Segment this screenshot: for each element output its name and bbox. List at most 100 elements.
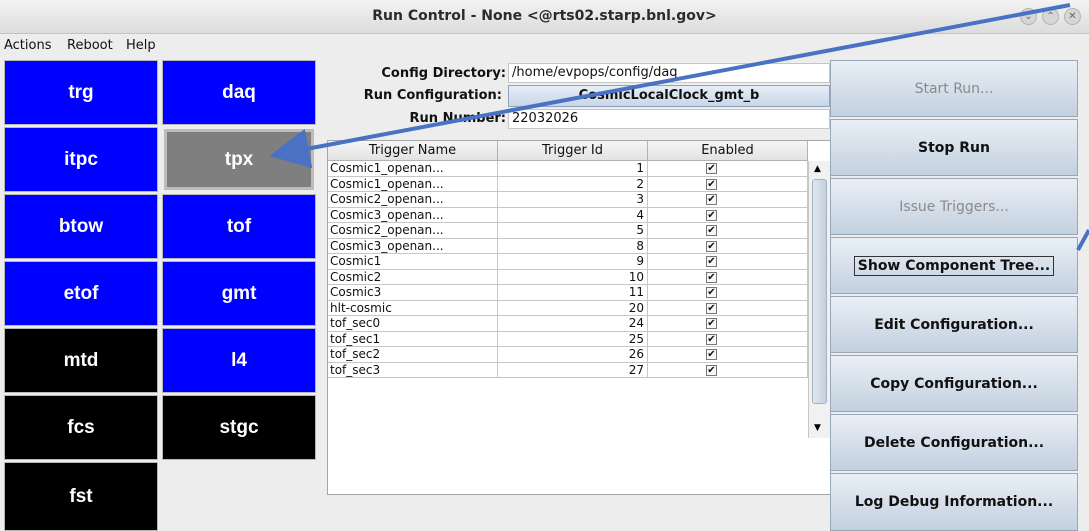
component-tof[interactable]: tof	[162, 194, 316, 259]
column-header-enabled[interactable]: Enabled	[648, 141, 808, 161]
checkmark-icon[interactable]: ✔	[706, 287, 717, 298]
component-etof[interactable]: etof	[4, 261, 158, 326]
config-directory-field[interactable]: /home/evpops/config/daq	[508, 63, 830, 83]
copy-configuration-button[interactable]: Copy Configuration...	[830, 355, 1078, 412]
checkmark-icon[interactable]: ✔	[706, 178, 717, 190]
table-row[interactable]: Cosmic3_openan... 8 ✔	[328, 238, 808, 254]
table-scrollbar[interactable]: ▲ ▼	[808, 161, 830, 438]
enabled-cell: ✔	[648, 362, 808, 378]
checkmark-icon[interactable]: ✔	[706, 240, 717, 252]
checkmark-icon[interactable]: ✔	[706, 271, 717, 283]
table-row[interactable]: tof_sec0 24 ✔	[328, 316, 808, 332]
trigger-name-cell: tof_sec1	[328, 331, 498, 347]
trigger-id-cell: 3	[498, 192, 648, 208]
table-row[interactable]: Cosmic1_openan... 1 ✔	[328, 161, 808, 177]
checkmark-icon[interactable]: ✔	[706, 225, 717, 236]
component-itpc[interactable]: itpc	[4, 127, 158, 192]
trigger-name-cell: Cosmic2	[328, 269, 498, 285]
trigger-name-cell: Cosmic2_openan...	[328, 223, 498, 239]
column-header-trigger-id[interactable]: Trigger Id	[498, 141, 648, 161]
enabled-cell: ✔	[648, 316, 808, 332]
checkmark-icon[interactable]: ✔	[706, 256, 717, 267]
start-run-button[interactable]: Start Run...	[830, 60, 1078, 117]
component-daq[interactable]: daq	[162, 60, 316, 125]
column-header-trigger-name[interactable]: Trigger Name	[328, 141, 498, 161]
table-row[interactable]: Cosmic2_openan... 5 ✔	[328, 223, 808, 239]
trigger-id-cell: 8	[498, 238, 648, 254]
table-row[interactable]: Cosmic3 11 ✔	[328, 285, 808, 301]
checkmark-icon[interactable]: ✔	[706, 333, 717, 345]
table-row[interactable]: Cosmic2 10 ✔	[328, 269, 808, 285]
run-control-window: Run Control - None <@rts02.starp.bnl.gov…	[0, 0, 1089, 531]
title-bar: Run Control - None <@rts02.starp.bnl.gov…	[0, 0, 1089, 34]
trigger-id-cell: 11	[498, 285, 648, 301]
enabled-cell: ✔	[648, 176, 808, 192]
trigger-id-cell: 2	[498, 176, 648, 192]
table-row[interactable]: hlt-cosmic 20 ✔	[328, 300, 808, 316]
table-row[interactable]: tof_sec1 25 ✔	[328, 331, 808, 347]
table-row[interactable]: tof_sec3 27 ✔	[328, 362, 808, 378]
minimize-icon[interactable]: ⌄	[1020, 8, 1037, 25]
show-component-tree-button[interactable]: Show Component Tree...	[830, 237, 1078, 294]
action-panel: Start Run... Stop Run Issue Triggers... …	[830, 60, 1089, 531]
run-number-field[interactable]: 22032026	[508, 109, 830, 129]
component-mtd[interactable]: mtd	[4, 328, 158, 393]
component-trg[interactable]: trg	[4, 60, 158, 125]
checkmark-icon[interactable]: ✔	[706, 302, 717, 314]
table-row[interactable]: Cosmic2_openan... 3 ✔	[328, 192, 808, 208]
delete-configuration-button[interactable]: Delete Configuration...	[830, 414, 1078, 471]
menu-actions[interactable]: Actions	[4, 38, 52, 53]
menu-reboot[interactable]: Reboot	[67, 38, 113, 53]
trigger-id-cell: 10	[498, 269, 648, 285]
trigger-id-cell: 1	[498, 161, 648, 177]
checkmark-icon[interactable]: ✔	[706, 364, 717, 376]
checkmark-icon[interactable]: ✔	[706, 194, 717, 205]
run-number-label: Run Number:	[409, 111, 506, 126]
enabled-cell: ✔	[648, 285, 808, 301]
component-btow[interactable]: btow	[4, 194, 158, 259]
trigger-name-cell: tof_sec3	[328, 362, 498, 378]
component-tpx[interactable]: tpx	[164, 129, 314, 190]
scroll-up-icon[interactable]: ▲	[814, 164, 821, 174]
trigger-name-cell: Cosmic3	[328, 285, 498, 301]
show-component-tree-label: Show Component Tree...	[853, 255, 1055, 276]
component-stgc[interactable]: stgc	[162, 395, 316, 460]
trigger-name-cell: tof_sec2	[328, 347, 498, 363]
config-panel: Config Directory: /home/evpops/config/da…	[320, 60, 831, 531]
trigger-id-cell: 27	[498, 362, 648, 378]
component-l4[interactable]: l4	[162, 328, 316, 393]
log-debug-information-button[interactable]: Log Debug Information...	[830, 473, 1078, 531]
issue-triggers-button[interactable]: Issue Triggers...	[830, 178, 1078, 235]
trigger-name-cell: Cosmic2_openan...	[328, 192, 498, 208]
maximize-icon[interactable]: ⌃	[1042, 8, 1059, 25]
trigger-name-cell: Cosmic3_openan...	[328, 238, 498, 254]
table-row[interactable]: Cosmic1 9 ✔	[328, 254, 808, 270]
stop-run-button[interactable]: Stop Run	[830, 119, 1078, 176]
menu-bar: Actions Reboot Help	[0, 34, 1089, 58]
checkmark-icon[interactable]: ✔	[706, 318, 717, 329]
trigger-name-cell: Cosmic1_openan...	[328, 161, 498, 177]
checkmark-icon[interactable]: ✔	[706, 163, 717, 174]
trigger-name-cell: tof_sec0	[328, 316, 498, 332]
table-row[interactable]: Cosmic1_openan... 2 ✔	[328, 176, 808, 192]
close-icon[interactable]: ✕	[1064, 8, 1081, 25]
run-configuration-label: Run Configuration:	[363, 88, 502, 103]
scroll-down-icon[interactable]: ▼	[814, 423, 821, 433]
run-configuration-button[interactable]: CosmicLocalClock_gmt_b	[508, 85, 830, 107]
checkmark-icon[interactable]: ✔	[706, 349, 717, 360]
checkmark-icon[interactable]: ✔	[706, 209, 717, 221]
trigger-id-cell: 9	[498, 254, 648, 270]
table-row[interactable]: Cosmic3_openan... 4 ✔	[328, 207, 808, 223]
enabled-cell: ✔	[648, 300, 808, 316]
trigger-id-cell: 4	[498, 207, 648, 223]
component-fst[interactable]: fst	[4, 462, 158, 531]
enabled-cell: ✔	[648, 238, 808, 254]
edit-configuration-button[interactable]: Edit Configuration...	[830, 296, 1078, 353]
table-row[interactable]: tof_sec2 26 ✔	[328, 347, 808, 363]
component-gmt[interactable]: gmt	[162, 261, 316, 326]
component-fcs[interactable]: fcs	[4, 395, 158, 460]
menu-help[interactable]: Help	[126, 38, 156, 53]
trigger-id-cell: 26	[498, 347, 648, 363]
enabled-cell: ✔	[648, 269, 808, 285]
scrollbar-thumb[interactable]	[812, 179, 827, 404]
